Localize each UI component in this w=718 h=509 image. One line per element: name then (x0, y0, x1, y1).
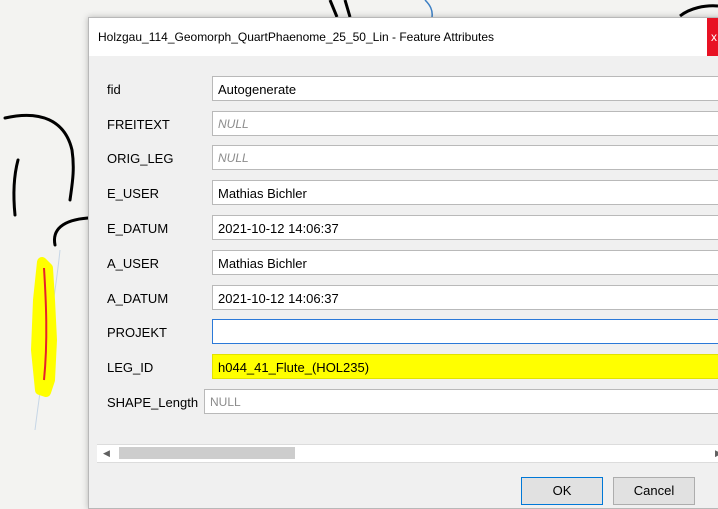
orig-leg-input[interactable]: NULL (212, 145, 718, 170)
ok-button[interactable]: OK (521, 477, 603, 505)
field-label-orig-leg: ORIG_LEG (107, 151, 174, 166)
attribute-form: fid Autogenerate FREITEXT NULL ORIG_LEG … (89, 56, 718, 451)
field-label-fid: fid (107, 82, 121, 97)
scrollbar-thumb[interactable] (119, 447, 295, 459)
dialog-title: Holzgau_114_Geomorph_QuartPhaenome_25_50… (98, 30, 495, 44)
close-icon: x (711, 30, 717, 44)
e-user-input[interactable]: Mathias Bichler (212, 180, 718, 205)
close-button[interactable]: x (707, 18, 718, 56)
projekt-input[interactable] (212, 319, 718, 344)
field-row-orig-leg: ORIG_LEG NULL (89, 145, 718, 172)
field-label-a-datum: A_DATUM (107, 291, 169, 306)
field-row-a-datum: A_DATUM 2021-10-12 14:06:37 (89, 285, 718, 312)
field-row-a-user: A_USER Mathias Bichler (89, 250, 718, 277)
dialog-titlebar[interactable]: Holzgau_114_Geomorph_QuartPhaenome_25_50… (89, 18, 718, 56)
horizontal-scrollbar[interactable]: ◀ ▶ (97, 444, 718, 463)
fid-input[interactable]: Autogenerate (212, 76, 718, 101)
e-datum-input[interactable]: 2021-10-12 14:06:37 (212, 215, 718, 240)
field-label-projekt: PROJEKT (107, 325, 167, 340)
feature-attributes-dialog: Holzgau_114_Geomorph_QuartPhaenome_25_50… (88, 17, 718, 509)
field-label-a-user: A_USER (107, 256, 160, 271)
field-label-shape-length: SHAPE_Length (107, 395, 199, 410)
field-row-projekt: PROJEKT (89, 319, 718, 346)
field-label-e-datum: E_DATUM (107, 221, 169, 236)
a-user-input[interactable]: Mathias Bichler (212, 250, 718, 275)
freitext-input[interactable]: NULL (212, 111, 718, 136)
a-datum-input[interactable]: 2021-10-12 14:06:37 (212, 285, 718, 310)
field-row-fid: fid Autogenerate (89, 76, 718, 103)
field-row-leg-id: LEG_ID h044_41_Flute_(HOL235) (89, 354, 718, 381)
scroll-left-arrow-icon[interactable]: ◀ (103, 447, 113, 459)
shape-length-input[interactable]: NULL (204, 389, 718, 414)
field-label-leg-id: LEG_ID (107, 360, 154, 375)
field-label-e-user: E_USER (107, 186, 160, 201)
field-row-shape-length: SHAPE_Length NULL (89, 389, 718, 416)
leg-id-input[interactable]: h044_41_Flute_(HOL235) (212, 354, 718, 379)
cancel-button[interactable]: Cancel (613, 477, 695, 505)
field-label-freitext: FREITEXT (107, 117, 170, 132)
field-row-e-user: E_USER Mathias Bichler (89, 180, 718, 207)
field-row-e-datum: E_DATUM 2021-10-12 14:06:37 (89, 215, 718, 242)
field-row-freitext: FREITEXT NULL (89, 111, 718, 138)
